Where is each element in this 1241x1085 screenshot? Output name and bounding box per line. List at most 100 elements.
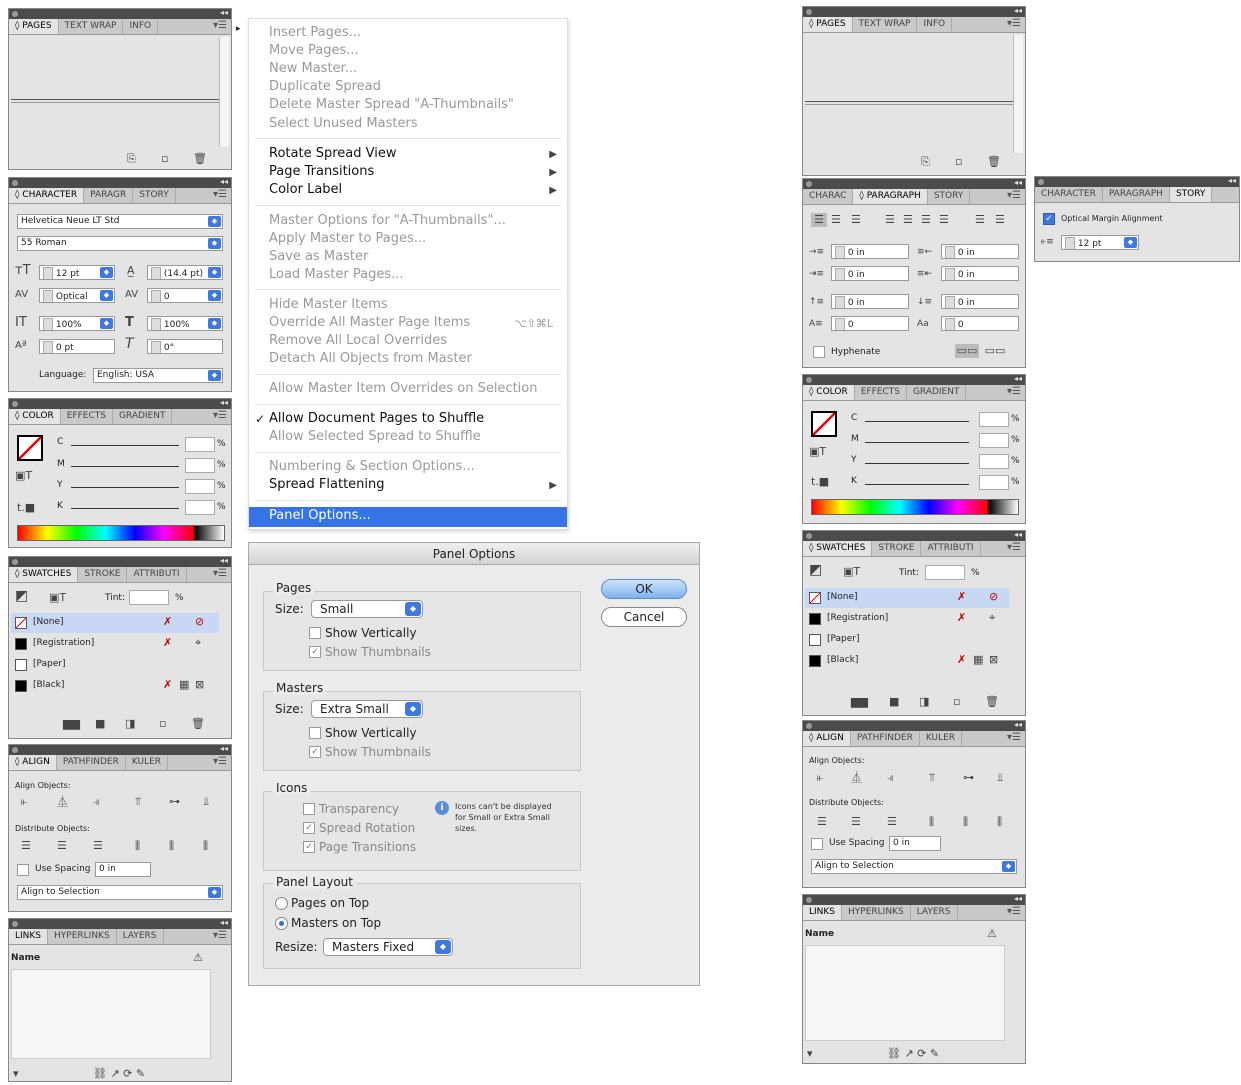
container-text-icon[interactable]: ▣T	[15, 469, 32, 483]
cyan-slider[interactable]	[865, 421, 969, 422]
trash-icon[interactable]: 🗑	[193, 152, 207, 166]
dropdown-icon[interactable]: ◆	[208, 238, 221, 249]
tab-attributes[interactable]: ATTRIBUTI	[127, 567, 187, 582]
dropdown-icon[interactable]: ◆	[208, 216, 221, 227]
tab-layers[interactable]: LAYERS	[911, 905, 958, 920]
distribute-right-icon[interactable]: ⫼	[997, 815, 1002, 829]
panel-titlebar[interactable]: ◂◂	[9, 177, 231, 188]
container-text-icon[interactable]: ▣T	[843, 565, 860, 579]
justify-center-icon[interactable]: ☰	[903, 213, 913, 227]
spacing-field[interactable]: 0 in	[95, 862, 151, 877]
align-v-center-icon[interactable]: ⊶	[169, 795, 180, 809]
tab-links[interactable]: LINKS	[803, 905, 843, 920]
menu-item-move-pages[interactable]: Move Pages...	[269, 43, 359, 58]
distribute-v-center-icon[interactable]: ☰	[57, 839, 67, 853]
tab-kuler[interactable]: KULER	[920, 731, 963, 746]
tab-swatches[interactable]: ◊ SWATCHES	[803, 541, 873, 556]
kerning-field[interactable]: Optical ◆	[39, 288, 115, 303]
drop-cap-chars-field[interactable]: 0	[941, 316, 1019, 331]
font-family-field[interactable]: Helvetica Neue LT Std ◆	[17, 214, 223, 229]
spread-rotation-checkbox[interactable]: ✓	[303, 822, 315, 834]
swatch-row-paper[interactable]: [Paper]	[11, 655, 219, 675]
distribute-v-center-icon[interactable]: ☰	[851, 815, 861, 829]
edit-page-size-icon[interactable]: ⎘	[127, 152, 136, 166]
magenta-slider[interactable]	[865, 442, 969, 443]
color-ramp[interactable]	[17, 525, 225, 541]
panel-titlebar[interactable]: ◂◂	[803, 720, 1025, 731]
page-transitions-checkbox[interactable]: ✓	[303, 841, 315, 853]
dropdown-icon[interactable]: ◆	[208, 267, 221, 278]
black-slider[interactable]	[865, 484, 969, 485]
align-away-spine-icon[interactable]: ☰	[995, 213, 1005, 227]
container-text-icon[interactable]: ▣T	[809, 445, 826, 459]
align-v-center-icon[interactable]: ⊶	[963, 771, 974, 785]
cyan-input[interactable]	[185, 437, 215, 452]
show-color-swatches-icon[interactable]: ■	[95, 717, 105, 731]
apply-color-icon[interactable]: t.■	[17, 501, 35, 515]
tab-character[interactable]: CHARACTER	[1035, 187, 1103, 202]
align-left-text-icon[interactable]: ☰	[811, 213, 827, 227]
align-toward-spine-icon[interactable]: ☰	[975, 213, 985, 227]
distribute-left-icon[interactable]: ⫼	[135, 839, 140, 853]
menu-item-duplicate-spread[interactable]: Duplicate Spread	[269, 79, 381, 94]
space-after-field[interactable]: 0 in	[941, 294, 1019, 309]
panel-titlebar[interactable]: ◂◂	[9, 918, 231, 929]
menu-item-detach-all[interactable]: Detach All Objects from Master	[269, 351, 472, 366]
panel-titlebar[interactable]: ◂◂	[803, 374, 1025, 385]
tab-text-wrap[interactable]: TEXT WRAP	[59, 19, 124, 34]
left-indent-field[interactable]: 0 in	[831, 244, 909, 259]
warning-icon[interactable]: ⚠	[987, 927, 997, 941]
panel-menu-icon[interactable]: ▾☰	[1007, 732, 1021, 743]
tab-character[interactable]: ◊ CHARACTER	[9, 188, 85, 203]
pages-show-vertically-checkbox[interactable]	[309, 627, 321, 639]
show-color-swatches-icon[interactable]: ■	[889, 695, 899, 709]
black-slider[interactable]	[71, 508, 179, 509]
pages-show-thumbnails-checkbox[interactable]: ✓	[309, 646, 321, 658]
edit-page-size-icon[interactable]: ⎘	[921, 155, 930, 169]
baseline-grid-off-icon[interactable]: ▭▭	[955, 344, 979, 358]
tab-align[interactable]: ◊ ALIGN	[803, 731, 851, 746]
swatch-row-registration[interactable]: [Registration]	[11, 634, 219, 654]
masters-size-select[interactable]: Extra Small ◆	[311, 700, 423, 718]
tab-pathfinder[interactable]: PATHFINDER	[851, 731, 920, 746]
panel-titlebar[interactable]: ◂◂	[9, 8, 231, 19]
distribute-top-icon[interactable]: ☰	[21, 839, 31, 853]
panel-menu-icon[interactable]: ▾☰	[1007, 386, 1021, 397]
align-right-text-icon[interactable]: ☰	[851, 213, 861, 227]
distribute-right-icon[interactable]: ⫼	[203, 839, 208, 853]
menu-item-page-transitions[interactable]: Page Transitions	[269, 164, 374, 179]
distribute-bottom-icon[interactable]: ☰	[887, 815, 897, 829]
magenta-input[interactable]	[979, 433, 1009, 448]
panel-titlebar[interactable]: ◂◂	[9, 744, 231, 755]
trash-icon[interactable]: 🗑	[191, 717, 205, 731]
dropdown-icon[interactable]: ◆	[100, 290, 113, 301]
baseline-grid-on-icon[interactable]: ▭▭	[983, 344, 1007, 358]
transparency-checkbox[interactable]	[303, 803, 315, 815]
warning-icon[interactable]: ⚠	[193, 951, 203, 965]
links-name-column[interactable]: Name	[11, 953, 40, 963]
align-to-select[interactable]: Align to Selection ◆	[17, 885, 223, 900]
panel-menu-icon[interactable]: ▾☰	[1007, 906, 1021, 917]
menu-item-master-options[interactable]: Master Options for "A-Thumbnails"...	[269, 213, 506, 228]
cyan-input[interactable]	[979, 412, 1009, 427]
fill-stroke-icon[interactable]: ◩	[809, 563, 822, 577]
first-line-indent-field[interactable]: 0 in	[831, 266, 909, 281]
tab-attributes[interactable]: ATTRIBUTI	[921, 541, 981, 556]
color-ramp[interactable]	[811, 499, 1019, 515]
swatch-row-none[interactable]: [None]	[805, 588, 1009, 608]
tab-story[interactable]: STORY	[1169, 187, 1213, 202]
align-left-icon[interactable]: ⫦	[21, 795, 27, 809]
font-style-field[interactable]: 55 Roman ◆	[17, 236, 223, 251]
dropdown-icon[interactable]: ◆	[208, 318, 221, 329]
masters-show-thumbnails-checkbox[interactable]: ✓	[309, 746, 321, 758]
links-list[interactable]	[11, 969, 211, 1059]
distribute-h-center-icon[interactable]: ⫼	[963, 815, 968, 829]
distribute-h-center-icon[interactable]: ⫼	[169, 839, 174, 853]
align-h-center-icon[interactable]: ⏅	[57, 795, 68, 809]
menu-item-select-unused[interactable]: Select Unused Masters	[269, 116, 418, 131]
font-size-field[interactable]: 12 pt ◆	[39, 265, 115, 280]
distribute-top-icon[interactable]: ☰	[817, 815, 827, 829]
tab-pages[interactable]: ◊ PAGES	[9, 19, 59, 34]
menu-item-allow-shuffle[interactable]: Allow Document Pages to Shuffle	[269, 411, 484, 426]
tint-input[interactable]	[925, 565, 965, 580]
